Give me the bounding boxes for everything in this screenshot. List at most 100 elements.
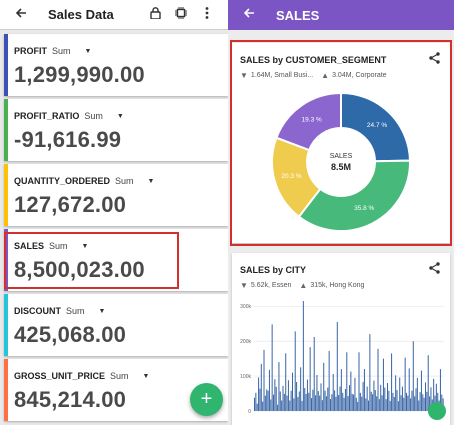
add-button[interactable] xyxy=(428,402,446,420)
share-icon[interactable] xyxy=(429,52,440,67)
city-bar[interactable] xyxy=(332,373,334,411)
city-bar[interactable] xyxy=(411,390,413,411)
city-bar[interactable] xyxy=(262,401,264,411)
city-bar[interactable] xyxy=(351,393,353,411)
city-bar[interactable] xyxy=(423,397,425,411)
city-bar[interactable] xyxy=(282,385,284,411)
city-bar[interactable] xyxy=(270,399,272,411)
city-bar[interactable] xyxy=(372,394,374,411)
city-bar[interactable] xyxy=(397,401,399,411)
city-bar[interactable] xyxy=(418,400,420,411)
city-bar[interactable] xyxy=(283,393,285,411)
city-bar[interactable] xyxy=(365,398,367,411)
city-bar[interactable] xyxy=(311,398,313,411)
city-bar[interactable] xyxy=(287,380,289,411)
city-bar[interactable] xyxy=(362,382,364,411)
city-bar[interactable] xyxy=(296,382,298,411)
lock-icon[interactable] xyxy=(142,0,168,30)
city-bar[interactable] xyxy=(308,392,310,411)
city-bar[interactable] xyxy=(302,301,304,411)
donut-chart[interactable]: 24.7 % 35.8 % 20.3 % 19.3 % SALES 8.5M xyxy=(232,83,450,243)
city-bar[interactable] xyxy=(290,390,292,411)
city-bar[interactable] xyxy=(304,387,306,411)
city-bar[interactable] xyxy=(328,350,330,411)
city-bar[interactable] xyxy=(359,392,361,411)
city-bar[interactable] xyxy=(279,391,281,411)
city-bar[interactable] xyxy=(275,386,277,411)
city-bar[interactable] xyxy=(271,324,273,411)
city-bar[interactable] xyxy=(346,352,348,411)
city-bar[interactable] xyxy=(321,400,323,411)
city-bar[interactable] xyxy=(347,395,349,411)
city-bar[interactable] xyxy=(256,403,258,411)
city-bar[interactable] xyxy=(344,389,346,411)
city-bar[interactable] xyxy=(419,392,421,411)
kpi-card-sales[interactable]: SALES Sum ▼ 8,500,023.00 xyxy=(4,229,228,291)
city-bar[interactable] xyxy=(338,394,340,411)
city-bar[interactable] xyxy=(380,384,382,411)
city-bar[interactable] xyxy=(370,391,372,411)
city-bar[interactable] xyxy=(355,397,357,411)
city-bar[interactable] xyxy=(354,377,356,411)
city-bar[interactable] xyxy=(334,390,336,411)
city-bar[interactable] xyxy=(317,391,319,411)
city-bar[interactable] xyxy=(305,393,307,411)
city-bar[interactable] xyxy=(330,399,332,411)
share-icon[interactable] xyxy=(429,262,440,277)
city-bar[interactable] xyxy=(281,400,283,411)
city-bar[interactable] xyxy=(274,379,276,411)
city-bar[interactable] xyxy=(388,390,390,411)
city-bar[interactable] xyxy=(391,353,393,411)
city-bar[interactable] xyxy=(389,400,391,411)
caret-down-icon[interactable]: ▼ xyxy=(143,373,150,380)
city-bar[interactable] xyxy=(422,394,424,411)
city-bar[interactable] xyxy=(293,398,295,411)
caret-down-icon[interactable]: ▼ xyxy=(82,243,89,250)
city-bar[interactable] xyxy=(335,396,337,411)
city-bar[interactable] xyxy=(300,367,302,411)
city-bar[interactable] xyxy=(285,353,287,411)
city-bar[interactable] xyxy=(273,394,275,411)
city-bar[interactable] xyxy=(381,395,383,411)
city-bar[interactable] xyxy=(286,395,288,411)
city-bar[interactable] xyxy=(315,395,317,411)
city-bar[interactable] xyxy=(377,348,379,411)
city-bar[interactable] xyxy=(387,383,389,411)
city-bar[interactable] xyxy=(393,397,395,411)
city-bar[interactable] xyxy=(353,394,355,411)
city-bar[interactable] xyxy=(258,377,260,411)
city-bar[interactable] xyxy=(336,321,338,411)
more-vertical-icon[interactable] xyxy=(194,0,220,30)
city-chart-card[interactable]: SALES by CITY ▼ 5.62k, Essen ▲ 315k, Hong … xyxy=(232,253,450,425)
city-bar[interactable] xyxy=(266,389,268,411)
caret-down-icon[interactable]: ▼ xyxy=(117,113,124,120)
city-bar[interactable] xyxy=(412,341,414,411)
city-bar[interactable] xyxy=(358,352,360,411)
city-bar[interactable] xyxy=(323,362,325,411)
city-bar[interactable] xyxy=(268,369,270,411)
caret-down-icon[interactable]: ▼ xyxy=(148,178,155,185)
city-bar[interactable] xyxy=(343,397,345,411)
city-bar[interactable] xyxy=(278,362,280,411)
city-bar[interactable] xyxy=(406,392,408,411)
city-bar[interactable] xyxy=(404,357,406,411)
city-bar[interactable] xyxy=(306,379,308,411)
add-button[interactable]: + xyxy=(190,383,223,416)
caret-down-icon[interactable]: ▼ xyxy=(85,48,92,55)
city-bar[interactable] xyxy=(331,394,333,411)
city-bar[interactable] xyxy=(415,388,417,411)
city-bar[interactable] xyxy=(373,380,375,411)
kpi-card-quantity-ordered[interactable]: QUANTITY_ORDERED Sum ▼ 127,672.00 xyxy=(4,164,228,226)
city-bar[interactable] xyxy=(357,401,359,411)
city-bar[interactable] xyxy=(263,349,265,411)
city-bar[interactable] xyxy=(340,369,342,411)
kpi-card-discount[interactable]: DISCOUNT Sum ▼ 425,068.00 xyxy=(4,294,228,356)
city-bar[interactable] xyxy=(309,347,311,411)
city-bar[interactable] xyxy=(400,395,402,411)
city-bar[interactable] xyxy=(374,390,376,411)
city-bar[interactable] xyxy=(313,336,315,411)
city-bar[interactable] xyxy=(267,390,269,411)
segment-chart-card[interactable]: SALES by CUSTOMER_SEGMENT ▼ 1.64M, Small … xyxy=(232,43,450,243)
city-bar[interactable] xyxy=(410,398,412,411)
city-bar[interactable] xyxy=(325,396,327,411)
